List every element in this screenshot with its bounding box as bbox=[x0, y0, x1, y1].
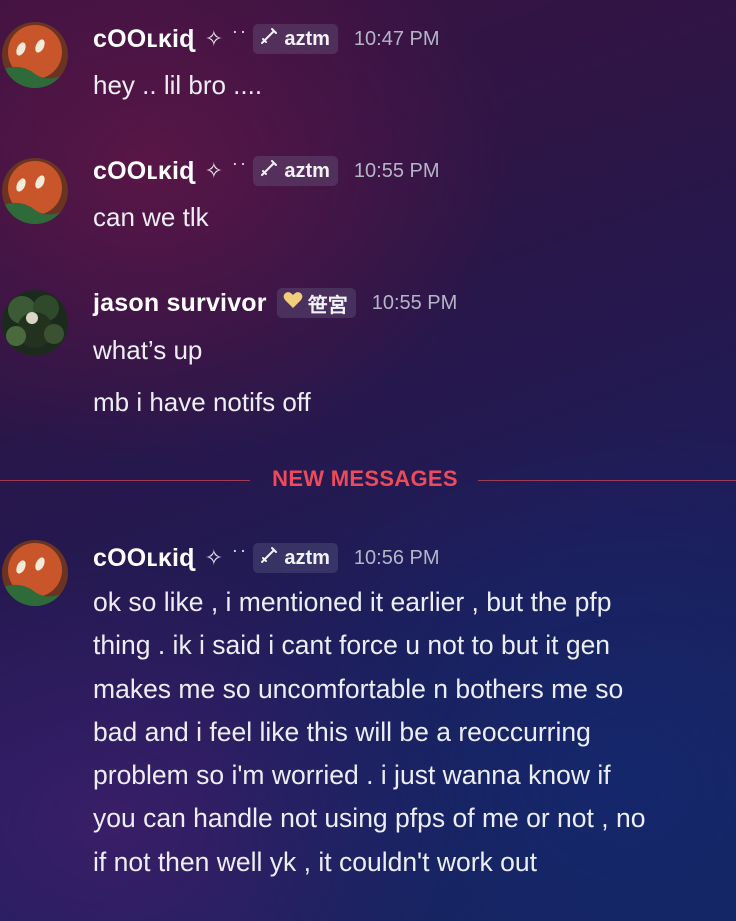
server-tag-label: aztm bbox=[284, 27, 330, 50]
message-header: jason survivor 笹宮 10:55 PM bbox=[93, 288, 457, 318]
message-text: hey .. lil bro .... bbox=[93, 70, 263, 100]
server-tag-label: aztm bbox=[284, 159, 330, 182]
avatar[interactable] bbox=[2, 290, 68, 356]
timestamp: 10:47 PM bbox=[353, 27, 440, 50]
divider-line bbox=[478, 480, 736, 481]
message-line: thing . ik i said i cant force u not to … bbox=[93, 630, 611, 661]
timestamp: 10:55 PM bbox=[353, 159, 440, 182]
server-tag-label: aztm bbox=[284, 546, 330, 569]
server-tag[interactable]: aztm bbox=[253, 543, 338, 573]
username[interactable]: cOOʟᴋiɖ bbox=[93, 544, 195, 573]
message-text: mb i have notifs off bbox=[93, 387, 311, 417]
name-decoration: ✧ ͘ ͘ bbox=[204, 158, 242, 183]
message-line: problem so i'm worried . i just wanna kn… bbox=[93, 760, 611, 791]
server-tag[interactable]: aztm bbox=[253, 24, 338, 54]
message-text: what’s up bbox=[93, 335, 203, 365]
username[interactable]: cOOʟᴋiɖ bbox=[93, 25, 195, 54]
sword-icon bbox=[259, 545, 279, 571]
new-messages-divider: NEW MESSAGES bbox=[0, 466, 736, 491]
message-header: cOOʟᴋiɖ ✧ ͘ ͘ aztm 10:56 PM bbox=[93, 543, 440, 573]
sword-icon bbox=[259, 158, 279, 184]
message-text: ok so like , i mentioned it earlier , bu… bbox=[93, 581, 736, 884]
sword-icon bbox=[259, 26, 279, 52]
heart-icon bbox=[283, 291, 303, 315]
avatar[interactable] bbox=[2, 158, 68, 224]
timestamp: 10:55 PM bbox=[371, 291, 458, 314]
message-header: cOOʟᴋiɖ ✧ ͘ ͘ aztm 10:55 PM bbox=[93, 156, 440, 186]
name-decoration: ✧ ͘ ͘ bbox=[204, 545, 242, 570]
message-header: cOOʟᴋiɖ ✧ ͘ ͘ aztm 10:47 PM bbox=[93, 24, 440, 54]
message-line: ok so like , i mentioned it earlier , bu… bbox=[93, 587, 612, 617]
username[interactable]: cOOʟᴋiɖ bbox=[93, 157, 195, 186]
server-tag[interactable]: aztm bbox=[253, 156, 338, 186]
avatar[interactable] bbox=[2, 22, 68, 88]
message-text: can we tlk bbox=[93, 202, 209, 232]
avatar[interactable] bbox=[2, 540, 68, 606]
message-line: makes me so uncomfortable n bothers me s… bbox=[93, 673, 624, 704]
timestamp: 10:56 PM bbox=[353, 546, 440, 569]
new-messages-label: NEW MESSAGES bbox=[272, 466, 458, 491]
username[interactable]: jason survivor bbox=[93, 289, 267, 318]
server-tag[interactable]: 笹宮 bbox=[276, 288, 356, 318]
message-line: you can handle not using pfps of me or n… bbox=[93, 803, 646, 834]
name-decoration: ✧ ͘ ͘ bbox=[204, 26, 242, 51]
message-line: if not then well yk , it couldn't work o… bbox=[93, 846, 537, 877]
divider-line bbox=[0, 480, 250, 481]
message-line: bad and i feel like this will be a reocc… bbox=[93, 716, 591, 747]
server-tag-label: 笹宮 bbox=[307, 294, 348, 317]
